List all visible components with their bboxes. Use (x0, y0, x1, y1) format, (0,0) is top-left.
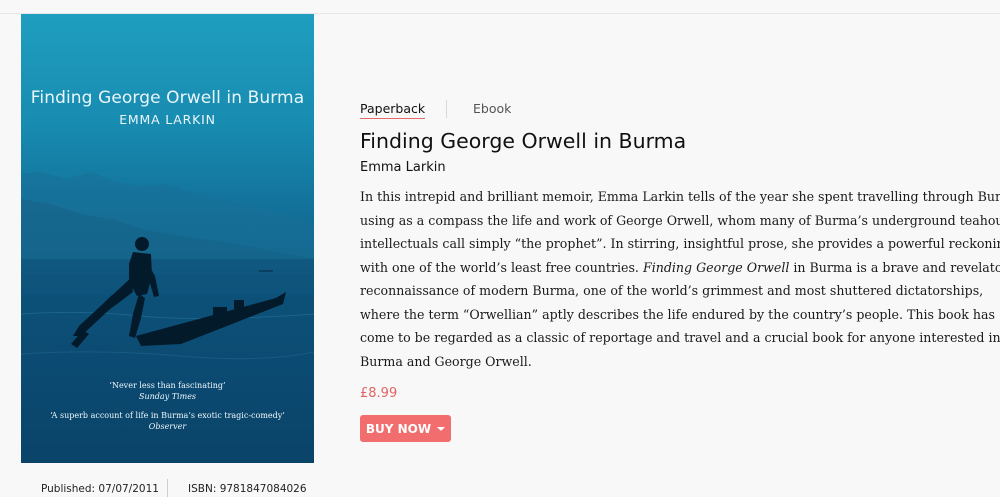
description-text: in Burma is a brave and revelatory (789, 259, 1000, 275)
description-text: with one of the world’s least free count… (360, 259, 639, 275)
chevron-down-icon (437, 427, 446, 431)
published-date: Published: 07/07/2011 (41, 483, 159, 495)
buy-now-button[interactable]: BUY NOW (360, 415, 451, 442)
description-line: using as a compass the life and work of … (360, 212, 1000, 228)
description-line: reconnaissance of modern Burma, one of t… (360, 283, 984, 298)
price: £8.99 (360, 386, 398, 401)
description-line: where the term “Orwellian” aptly describ… (360, 306, 995, 322)
tab-divider (446, 100, 447, 118)
description-line: Burma and George Orwell. (360, 353, 532, 369)
description-line: come to be regarded as a classic of repo… (360, 330, 1000, 345)
cover-title: Finding George Orwell in Burma (30, 88, 305, 108)
book-cover[interactable]: Finding George Orwell in Burma EMMA LARK… (21, 14, 314, 463)
cover-author: EMMA LARKIN (119, 112, 216, 127)
tab-paperback[interactable]: Paperback (360, 101, 426, 119)
cover-quote-source: Observer (148, 422, 187, 431)
isbn: ISBN: 9781847084026 (188, 483, 307, 495)
description-line: intellectuals call simply “the prophet”.… (360, 236, 1000, 251)
cover-quote: ‘A superb account of life in Burma’s exo… (21, 410, 314, 432)
cover-quote-text: ‘Never less than fascinating’ (109, 381, 226, 390)
description-line: with one of the world’s least free count… (360, 256, 1000, 280)
cover-quote: ‘Never less than fascinating’ Sunday Tim… (21, 380, 314, 402)
cover-quote-text: ‘A superb account of life in Burma’s exo… (50, 411, 285, 420)
cover-quote-source: Sunday Times (138, 392, 197, 401)
description-line: In this intrepid and brilliant memoir, E… (360, 189, 1000, 204)
book-title: Finding George Orwell in Burma (360, 129, 687, 153)
description-italic-title: Finding George Orwell (642, 259, 790, 275)
book-author: Emma Larkin (360, 160, 446, 175)
buy-now-label: BUY NOW (365, 421, 432, 436)
book-description: In this intrepid and brilliant memoir, E… (360, 185, 1000, 373)
meta-divider (167, 479, 168, 497)
tab-ebook[interactable]: Ebook (473, 101, 511, 116)
